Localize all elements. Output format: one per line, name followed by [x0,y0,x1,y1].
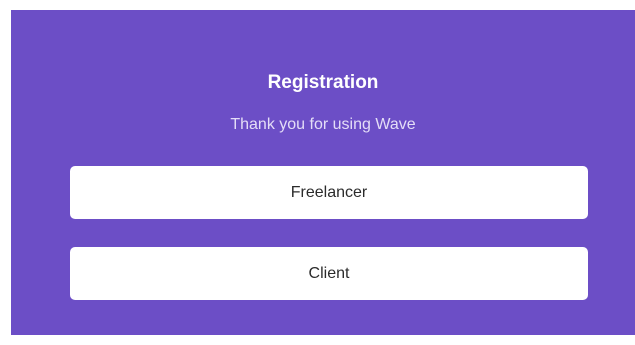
registration-subtitle: Thank you for using Wave [230,116,416,133]
freelancer-button[interactable]: Freelancer [70,166,588,219]
client-button[interactable]: Client [70,247,588,300]
registration-panel: Registration Thank you for using Wave Fr… [11,10,635,335]
registration-title: Registration [267,72,379,93]
